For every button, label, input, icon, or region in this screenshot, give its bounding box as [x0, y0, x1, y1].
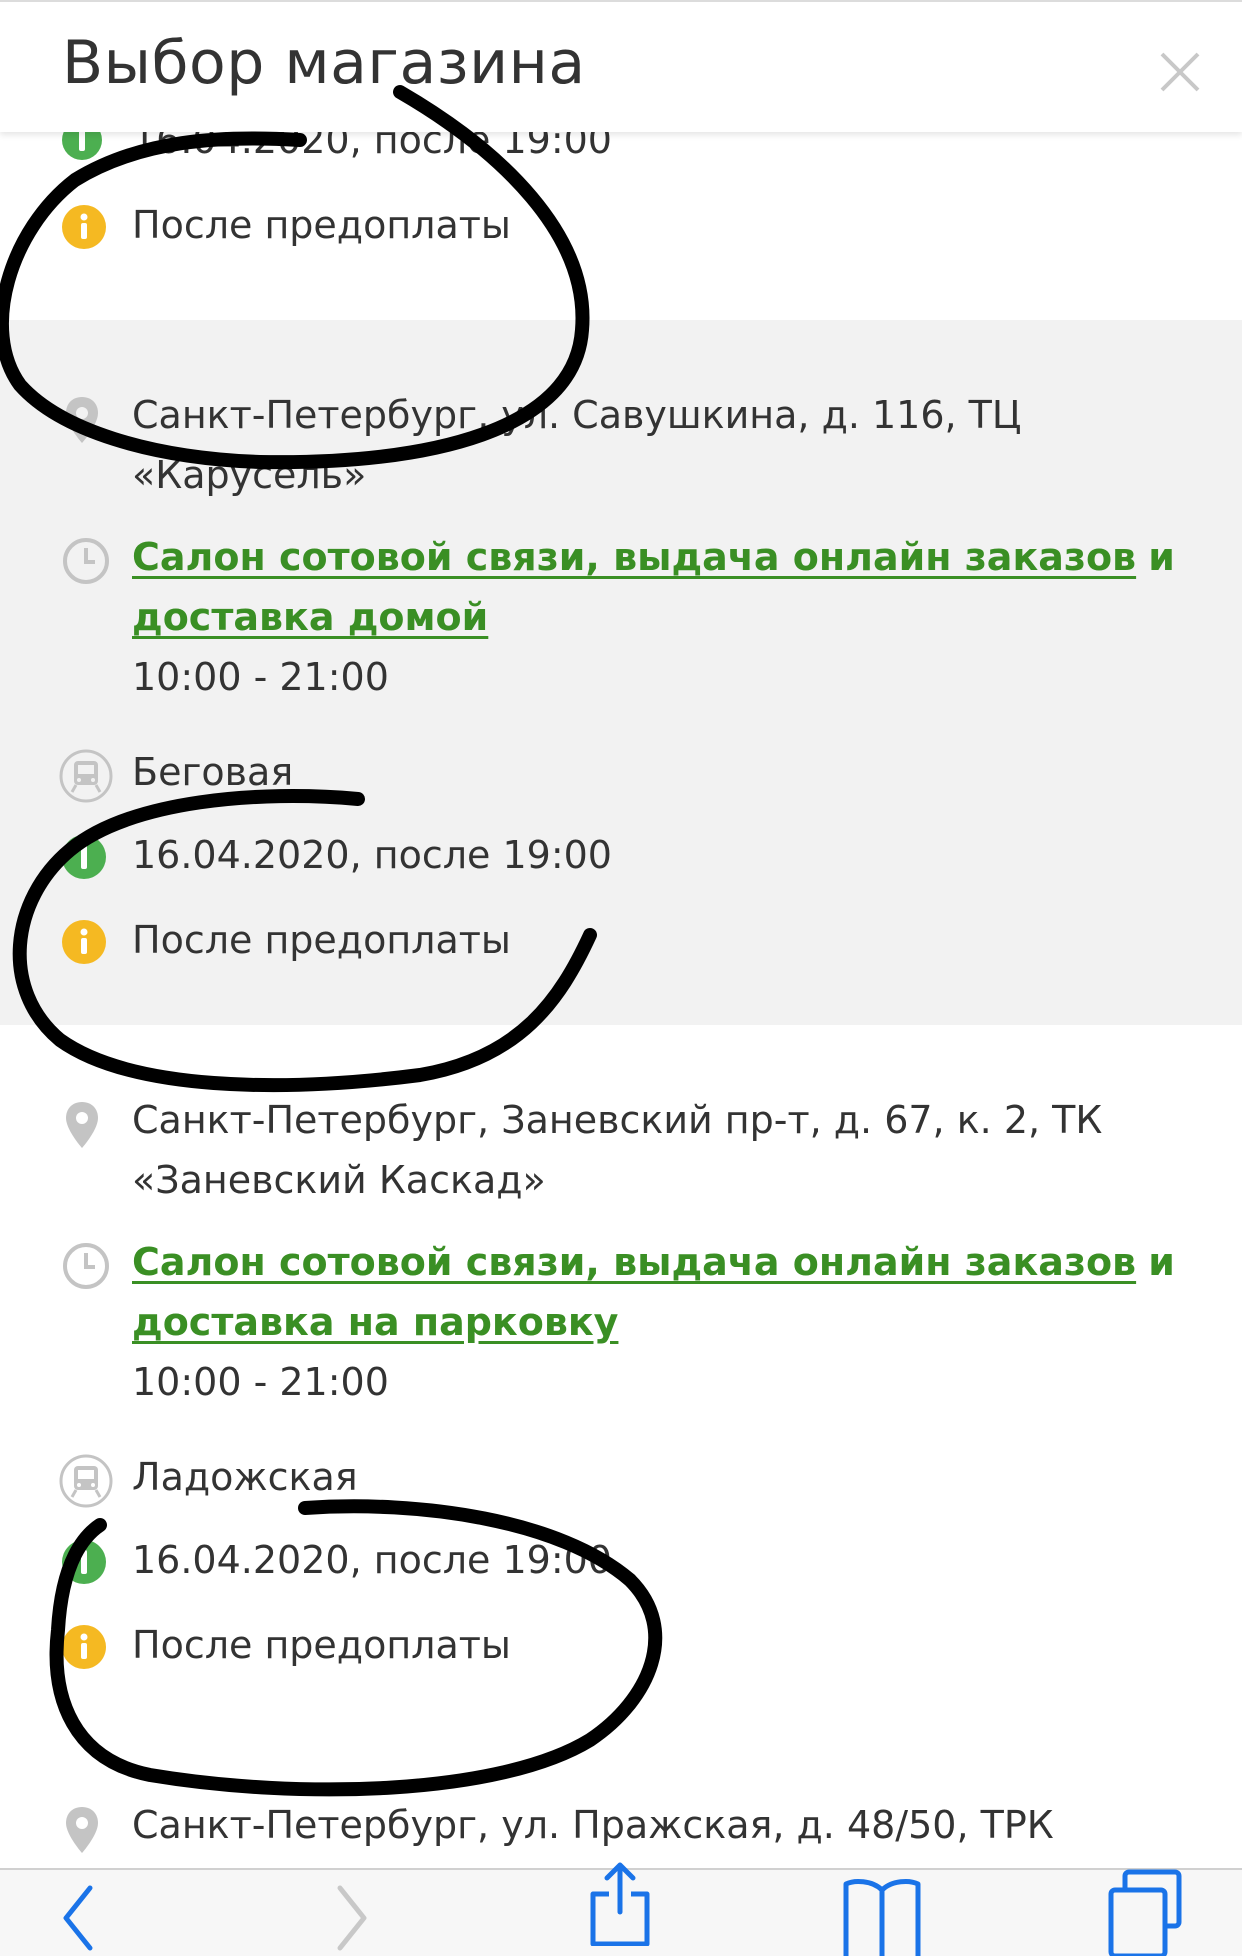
- service-line1: Салон сотовой связи, выдача онлайн заказ…: [132, 527, 1175, 587]
- store-hours: 10:00 - 21:00: [132, 1360, 389, 1404]
- info-icon: [62, 205, 106, 249]
- map-pin-icon: [66, 1807, 98, 1853]
- clock-icon: [63, 1243, 109, 1289]
- store-address-line1: Санкт-Петербург, ул. Савушкина, д. 116, …: [132, 393, 1022, 437]
- service-and: и: [1148, 1240, 1175, 1284]
- service-line1: Салон сотовой связи, выдача онлайн заказ…: [132, 1232, 1175, 1292]
- store-address-line2: «Карусель»: [132, 453, 367, 497]
- metro-station: Ладожская: [132, 1455, 358, 1499]
- delivery-link[interactable]: доставка на парковку: [132, 1300, 618, 1344]
- map-pin-icon: [66, 1102, 98, 1148]
- store-address-line1: Санкт-Петербург, Заневский пр-т, д. 67, …: [132, 1098, 1103, 1142]
- pickup-date: 16.04.2020, после 19:00: [132, 1538, 612, 1582]
- service-link[interactable]: Салон сотовой связи, выдача онлайн заказ…: [132, 535, 1136, 579]
- payment-condition: После предоплаты: [132, 203, 511, 247]
- back-arrow-icon[interactable]: [58, 1880, 98, 1956]
- map-pin-icon: [66, 397, 98, 443]
- close-icon[interactable]: [1150, 42, 1210, 102]
- close-button[interactable]: [1150, 42, 1210, 102]
- info-icon: [62, 1625, 106, 1669]
- tabs-icon[interactable]: [1105, 1866, 1185, 1956]
- store-card[interactable]: Санкт-Петербург, ул. Савушкина, д. 116, …: [0, 320, 1242, 1027]
- browser-toolbar: [0, 1862, 1242, 1956]
- payment-condition: После предоплаты: [132, 1623, 511, 1667]
- clock-icon: [63, 538, 109, 584]
- metro-station: Беговая: [132, 750, 294, 794]
- service-line2: доставка на парковку: [132, 1292, 618, 1352]
- pickup-date: 16.04.2020, после 19:00: [132, 833, 612, 877]
- check-status-icon: [62, 835, 106, 879]
- service-link[interactable]: Салон сотовой связи, выдача онлайн заказ…: [132, 1240, 1136, 1284]
- store-card[interactable]: Санкт-Петербург, Заневский пр-т, д. 67, …: [0, 1025, 1242, 1732]
- check-status-icon: [62, 1540, 106, 1584]
- delivery-link[interactable]: доставка домой: [132, 595, 488, 639]
- bookmarks-icon[interactable]: [840, 1870, 924, 1956]
- modal-header: Выбор магазина: [0, 0, 1242, 132]
- service-line2: доставка домой: [132, 587, 488, 647]
- forward-arrow-icon[interactable]: [332, 1880, 372, 1956]
- info-icon: [62, 920, 106, 964]
- store-hours: 10:00 - 21:00: [132, 655, 389, 699]
- metro-train-icon: [59, 1454, 113, 1508]
- service-and: и: [1148, 535, 1175, 579]
- store-address-line1: Санкт-Петербург, ул. Пражская, д. 48/50,…: [132, 1803, 1054, 1847]
- metro-train-icon: [59, 749, 113, 803]
- payment-condition: После предоплаты: [132, 918, 511, 962]
- share-icon[interactable]: [585, 1860, 655, 1946]
- page-title: Выбор магазина: [62, 28, 586, 98]
- store-address-line2: «Заневский Каскад»: [132, 1158, 546, 1202]
